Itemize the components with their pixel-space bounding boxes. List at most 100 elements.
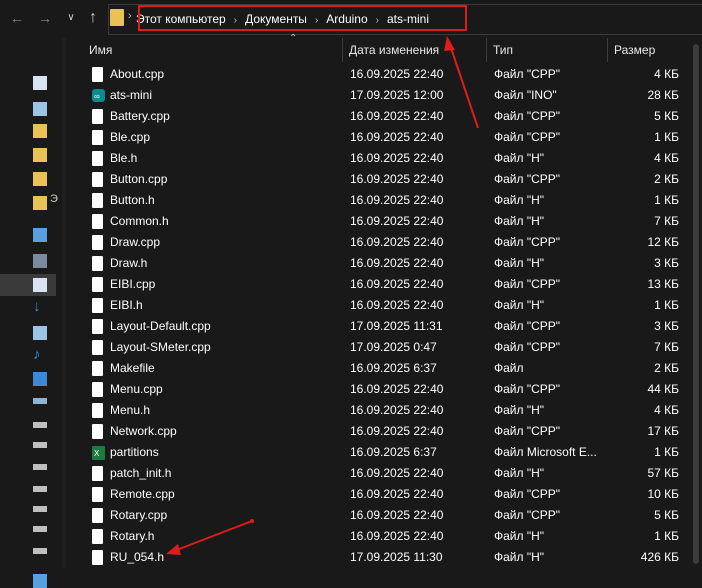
music-icon[interactable]: ♪ [33, 347, 47, 362]
table-row[interactable]: Menu.h 16.09.2025 22:40 Файл "H" 4 КБ [83, 400, 689, 421]
file-size: 1 КБ [654, 445, 679, 459]
network-icon[interactable] [33, 574, 47, 588]
file-date: 16.09.2025 22:40 [350, 508, 444, 522]
file-size: 1 КБ [654, 529, 679, 543]
file-name: Layout-SMeter.cpp [110, 340, 211, 354]
table-row[interactable]: Layout-SMeter.cpp 17.09.2025 0:47 Файл "CP… [83, 337, 689, 358]
image-icon[interactable] [33, 102, 47, 116]
table-row[interactable]: About.cpp 16.09.2025 22:40 Файл "CPP" 4 КБ [83, 64, 689, 85]
film-icon[interactable] [33, 254, 47, 268]
file-date: 16.09.2025 22:40 [350, 67, 444, 81]
file-type: Файл "H" [494, 193, 545, 207]
drive-icon[interactable] [33, 422, 47, 428]
table-row[interactable]: Remote.cpp 16.09.2025 22:40 Файл "CPP" 10 К… [83, 484, 689, 505]
table-row[interactable]: patch_init.h 16.09.2025 22:40 Файл "H" 57 К… [83, 463, 689, 484]
nav-item-selected[interactable] [0, 274, 56, 296]
file-size: 44 КБ [647, 382, 679, 396]
column-date[interactable]: Дата изменения [342, 38, 486, 62]
file-name: Ble.h [110, 151, 138, 165]
file-name: Button.cpp [110, 172, 168, 186]
file-size: 3 КБ [654, 319, 679, 333]
drive-icon[interactable] [33, 486, 47, 492]
file-icon [92, 67, 103, 82]
table-row[interactable]: Makefile 16.09.2025 6:37 Файл 2 КБ [83, 358, 689, 379]
file-list-scrollbar[interactable] [690, 36, 702, 571]
file-name: RU_054.h [110, 550, 165, 564]
file-size: 10 КБ [647, 487, 679, 501]
table-row[interactable]: ∞ ats-mini 17.09.2025 12:00 Файл "INO" 28 КБ [83, 85, 689, 106]
table-row[interactable]: Draw.h 16.09.2025 22:40 Файл "H" 3 КБ [83, 253, 689, 274]
file-size: 12 КБ [647, 235, 679, 249]
table-row[interactable]: Draw.cpp 16.09.2025 22:40 Файл "CPP" 12 КБ [83, 232, 689, 253]
file-icon [92, 172, 103, 187]
up-arrow-icon[interactable]: ↑ [84, 9, 102, 27]
download-icon[interactable]: ↓ [33, 299, 47, 314]
file-date: 16.09.2025 22:40 [350, 382, 444, 396]
table-row[interactable]: Rotary.cpp 16.09.2025 22:40 Файл "CPP" 5 КБ [83, 505, 689, 526]
table-row[interactable]: Common.h 16.09.2025 22:40 Файл "H" 7 КБ [83, 211, 689, 232]
file-size: 5 КБ [654, 109, 679, 123]
back-arrow-icon[interactable]: ← [8, 9, 26, 27]
desktop-icon[interactable] [33, 372, 47, 386]
table-row[interactable]: Ble.h 16.09.2025 22:40 Файл "H" 4 КБ [83, 148, 689, 169]
document-icon[interactable] [33, 76, 47, 90]
folder-icon[interactable] [33, 196, 47, 210]
file-date: 16.09.2025 22:40 [350, 487, 444, 501]
table-row[interactable]: Network.cpp 16.09.2025 22:40 Файл "CPP" 17 … [83, 421, 689, 442]
file-type: Файл "CPP" [494, 277, 561, 291]
usb-drive-icon[interactable] [33, 548, 47, 554]
image-icon[interactable] [33, 326, 47, 340]
file-type: Файл "CPP" [494, 487, 561, 501]
file-date: 16.09.2025 22:40 [350, 466, 444, 480]
table-row[interactable]: Layout-Default.cpp 17.09.2025 11:31 Файл "… [83, 316, 689, 337]
file-type: Файл "CPP" [494, 340, 561, 354]
nav-label-partial: Э [50, 193, 58, 205]
file-size: 1 КБ [654, 193, 679, 207]
file-name: Ble.cpp [110, 130, 151, 144]
folder-icon [110, 9, 124, 26]
document-icon[interactable] [33, 278, 47, 292]
table-row[interactable]: EIBI.h 16.09.2025 22:40 Файл "H" 1 КБ [83, 295, 689, 316]
file-type: Файл "H" [494, 151, 545, 165]
drive-icon[interactable] [33, 526, 47, 532]
file-date: 16.09.2025 22:40 [350, 256, 444, 270]
file-type: Файл "CPP" [494, 319, 561, 333]
forward-arrow-icon[interactable]: → [36, 9, 54, 27]
table-row[interactable]: RU_054.h 17.09.2025 11:30 Файл "H" 426 КБ [83, 547, 689, 568]
drive-icon[interactable] [33, 442, 47, 448]
drive-icon[interactable] [33, 464, 47, 470]
table-row[interactable]: Battery.cpp 16.09.2025 22:40 Файл "CPP" 5 К… [83, 106, 689, 127]
recent-locations-chevron-icon[interactable]: ∨ [62, 9, 80, 27]
file-icon [92, 319, 103, 334]
column-name[interactable]: Имя [83, 38, 342, 62]
file-date: 16.09.2025 6:37 [350, 361, 437, 375]
navigation-pane: ↓ ♪ Э [0, 36, 66, 588]
folder-icon[interactable] [33, 124, 47, 138]
file-date: 16.09.2025 22:40 [350, 109, 444, 123]
drive-icon[interactable] [33, 506, 47, 512]
file-date: 16.09.2025 22:40 [350, 172, 444, 186]
navigation-scrollbar[interactable] [62, 38, 66, 568]
file-icon [92, 109, 103, 124]
computer-icon[interactable] [33, 228, 47, 242]
file-name: Button.h [110, 193, 155, 207]
table-row[interactable]: EIBI.cpp 16.09.2025 22:40 Файл "CPP" 13 КБ [83, 274, 689, 295]
column-size[interactable]: Размер [607, 38, 689, 62]
folder-icon[interactable] [33, 148, 47, 162]
file-name: Menu.cpp [110, 382, 163, 396]
table-row[interactable]: Ble.cpp 16.09.2025 22:40 Файл "CPP" 1 КБ [83, 127, 689, 148]
table-row[interactable]: Xpartitions 16.09.2025 6:37 Файл Microsoft… [83, 442, 689, 463]
file-date: 16.09.2025 22:40 [350, 298, 444, 312]
scrollbar-thumb[interactable] [693, 44, 699, 564]
column-type[interactable]: Тип [486, 38, 607, 62]
table-row[interactable]: Menu.cpp 16.09.2025 22:40 Файл "CPP" 44 КБ [83, 379, 689, 400]
table-row[interactable]: Button.h 16.09.2025 22:40 Файл "H" 1 КБ [83, 190, 689, 211]
file-icon [92, 550, 103, 565]
file-icon [92, 466, 103, 481]
file-type: Файл "CPP" [494, 67, 561, 81]
network-drive-icon[interactable] [33, 398, 47, 404]
table-row[interactable]: Button.cpp 16.09.2025 22:40 Файл "CPP" 2 КБ [83, 169, 689, 190]
folder-icon[interactable] [33, 172, 47, 186]
file-date: 16.09.2025 22:40 [350, 214, 444, 228]
table-row[interactable]: Rotary.h 16.09.2025 22:40 Файл "H" 1 КБ [83, 526, 689, 547]
